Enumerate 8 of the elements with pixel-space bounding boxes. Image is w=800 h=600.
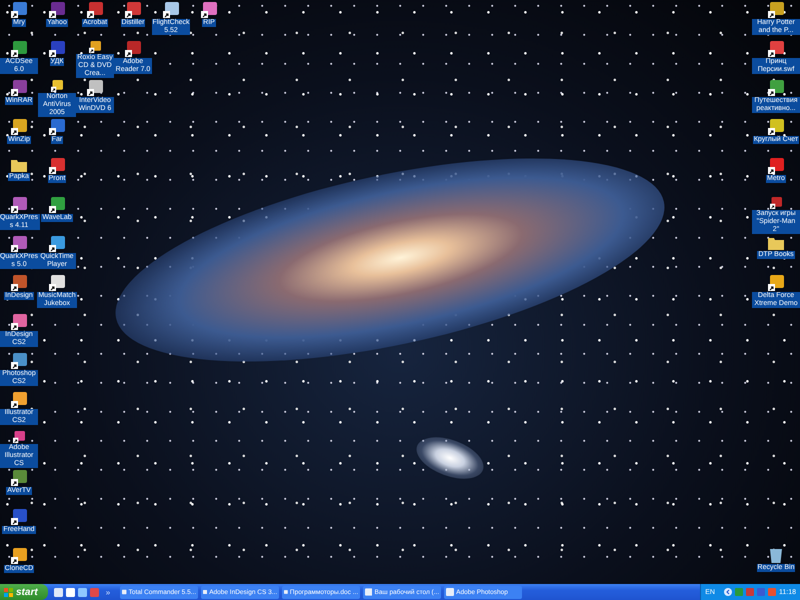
app-icon <box>365 588 372 596</box>
windows-logo-icon <box>4 588 13 596</box>
more-button[interactable]: » <box>102 588 114 596</box>
app-icon <box>446 588 454 596</box>
app-icon <box>203 588 208 596</box>
app-icon <box>284 588 288 596</box>
app-icon <box>122 588 127 596</box>
chevron-icon[interactable] <box>724 588 732 596</box>
